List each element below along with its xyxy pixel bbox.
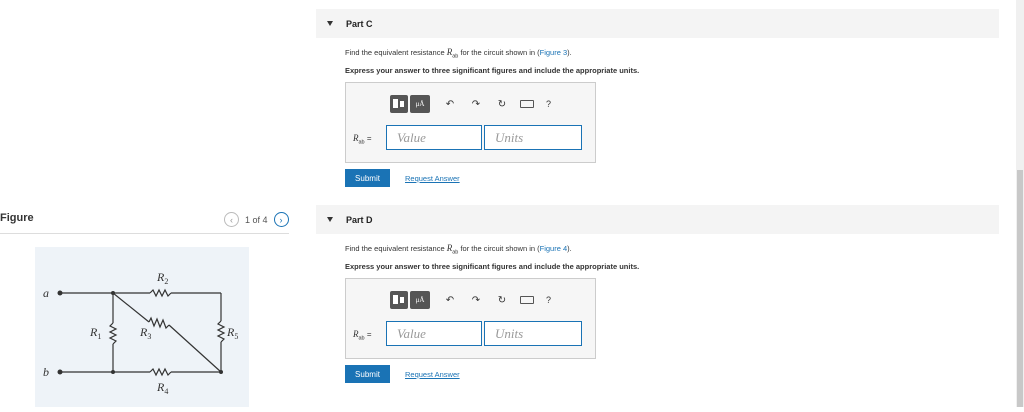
units-icon[interactable]: μÅ (410, 291, 430, 309)
r2-label: R2 (156, 270, 168, 286)
figure-divider (0, 233, 289, 234)
part-c-toolbar: μÅ ↶ ↷ ↻ ? (390, 95, 551, 113)
help-icon[interactable]: ? (546, 99, 551, 109)
part-d-instruction: Express your answer to three significant… (345, 262, 640, 271)
part-d-header[interactable]: Part D (316, 205, 999, 234)
node-a-label: a (43, 286, 49, 300)
part-c-request-answer-link[interactable]: Request Answer (405, 174, 460, 183)
question-panel: Part C Find the equivalent resistance Ra… (316, 0, 1000, 407)
part-c-question: Find the equivalent resistance Rab for t… (345, 47, 572, 60)
help-icon[interactable]: ? (546, 295, 551, 305)
part-c-title: Part C (346, 18, 373, 29)
part-c-units-input[interactable]: Units (484, 125, 582, 150)
figure-3-link[interactable]: Figure 3 (540, 48, 568, 57)
part-d-toolbar: μÅ ↶ ↷ ↻ ? (390, 291, 551, 309)
part-d-question: Find the equivalent resistance Rab for t… (345, 243, 572, 256)
part-c-answer-label: Rab = (353, 133, 372, 146)
next-figure-button[interactable]: › (273, 212, 289, 227)
part-d-answer-box: μÅ ↶ ↷ ↻ ? Rab = Value Units (345, 278, 596, 359)
collapse-caret-icon[interactable] (327, 217, 333, 222)
part-d-units-input[interactable]: Units (484, 321, 582, 346)
figure-page-count: 1 of 4 (245, 214, 268, 225)
figure-label: Figure (0, 212, 34, 224)
redo-icon[interactable]: ↷ (470, 99, 482, 110)
r3-label: R3 (139, 325, 151, 341)
templates-icon[interactable] (390, 95, 408, 113)
redo-icon[interactable]: ↷ (470, 295, 482, 306)
r4-label: R4 (156, 380, 168, 396)
figure-4-link[interactable]: Figure 4 (540, 244, 568, 253)
part-d-submit-button[interactable]: Submit (345, 365, 390, 383)
units-icon[interactable]: μÅ (410, 95, 430, 113)
circuit-diagram: a b R2 R1 R3 R5 R4 (43, 270, 238, 396)
figure-pager: ‹ 1 of 4 › (224, 212, 289, 227)
part-d-answer-label: Rab = (353, 329, 372, 342)
undo-icon[interactable]: ↶ (444, 99, 456, 110)
part-c-submit-button[interactable]: Submit (345, 169, 390, 187)
keyboard-icon[interactable] (520, 296, 534, 304)
templates-icon[interactable] (390, 291, 408, 309)
part-d-request-answer-link[interactable]: Request Answer (405, 370, 460, 379)
figure-panel: Figure ‹ 1 of 4 › a b R2 R1 R3 R5 R4 (0, 0, 300, 407)
part-d-value-input[interactable]: Value (386, 321, 482, 346)
circuit-figure: a b R2 R1 R3 R5 R4 (35, 247, 249, 407)
scrollbar-thumb[interactable] (1017, 170, 1023, 407)
part-c-instruction: Express your answer to three significant… (345, 66, 640, 75)
reset-icon[interactable]: ↻ (496, 99, 508, 110)
keyboard-icon[interactable] (520, 100, 534, 108)
part-c-header[interactable]: Part C (316, 9, 999, 38)
part-d-title: Part D (346, 214, 373, 225)
part-c-value-input[interactable]: Value (386, 125, 482, 150)
undo-icon[interactable]: ↶ (444, 295, 456, 306)
prev-figure-button[interactable]: ‹ (224, 212, 239, 227)
r1-label: R1 (89, 325, 101, 341)
r5-label: R5 (226, 325, 238, 341)
part-c-answer-box: μÅ ↶ ↷ ↻ ? Rab = Value Units (345, 82, 596, 163)
node-b-label: b (43, 365, 49, 379)
collapse-caret-icon[interactable] (327, 21, 333, 26)
reset-icon[interactable]: ↻ (496, 295, 508, 306)
